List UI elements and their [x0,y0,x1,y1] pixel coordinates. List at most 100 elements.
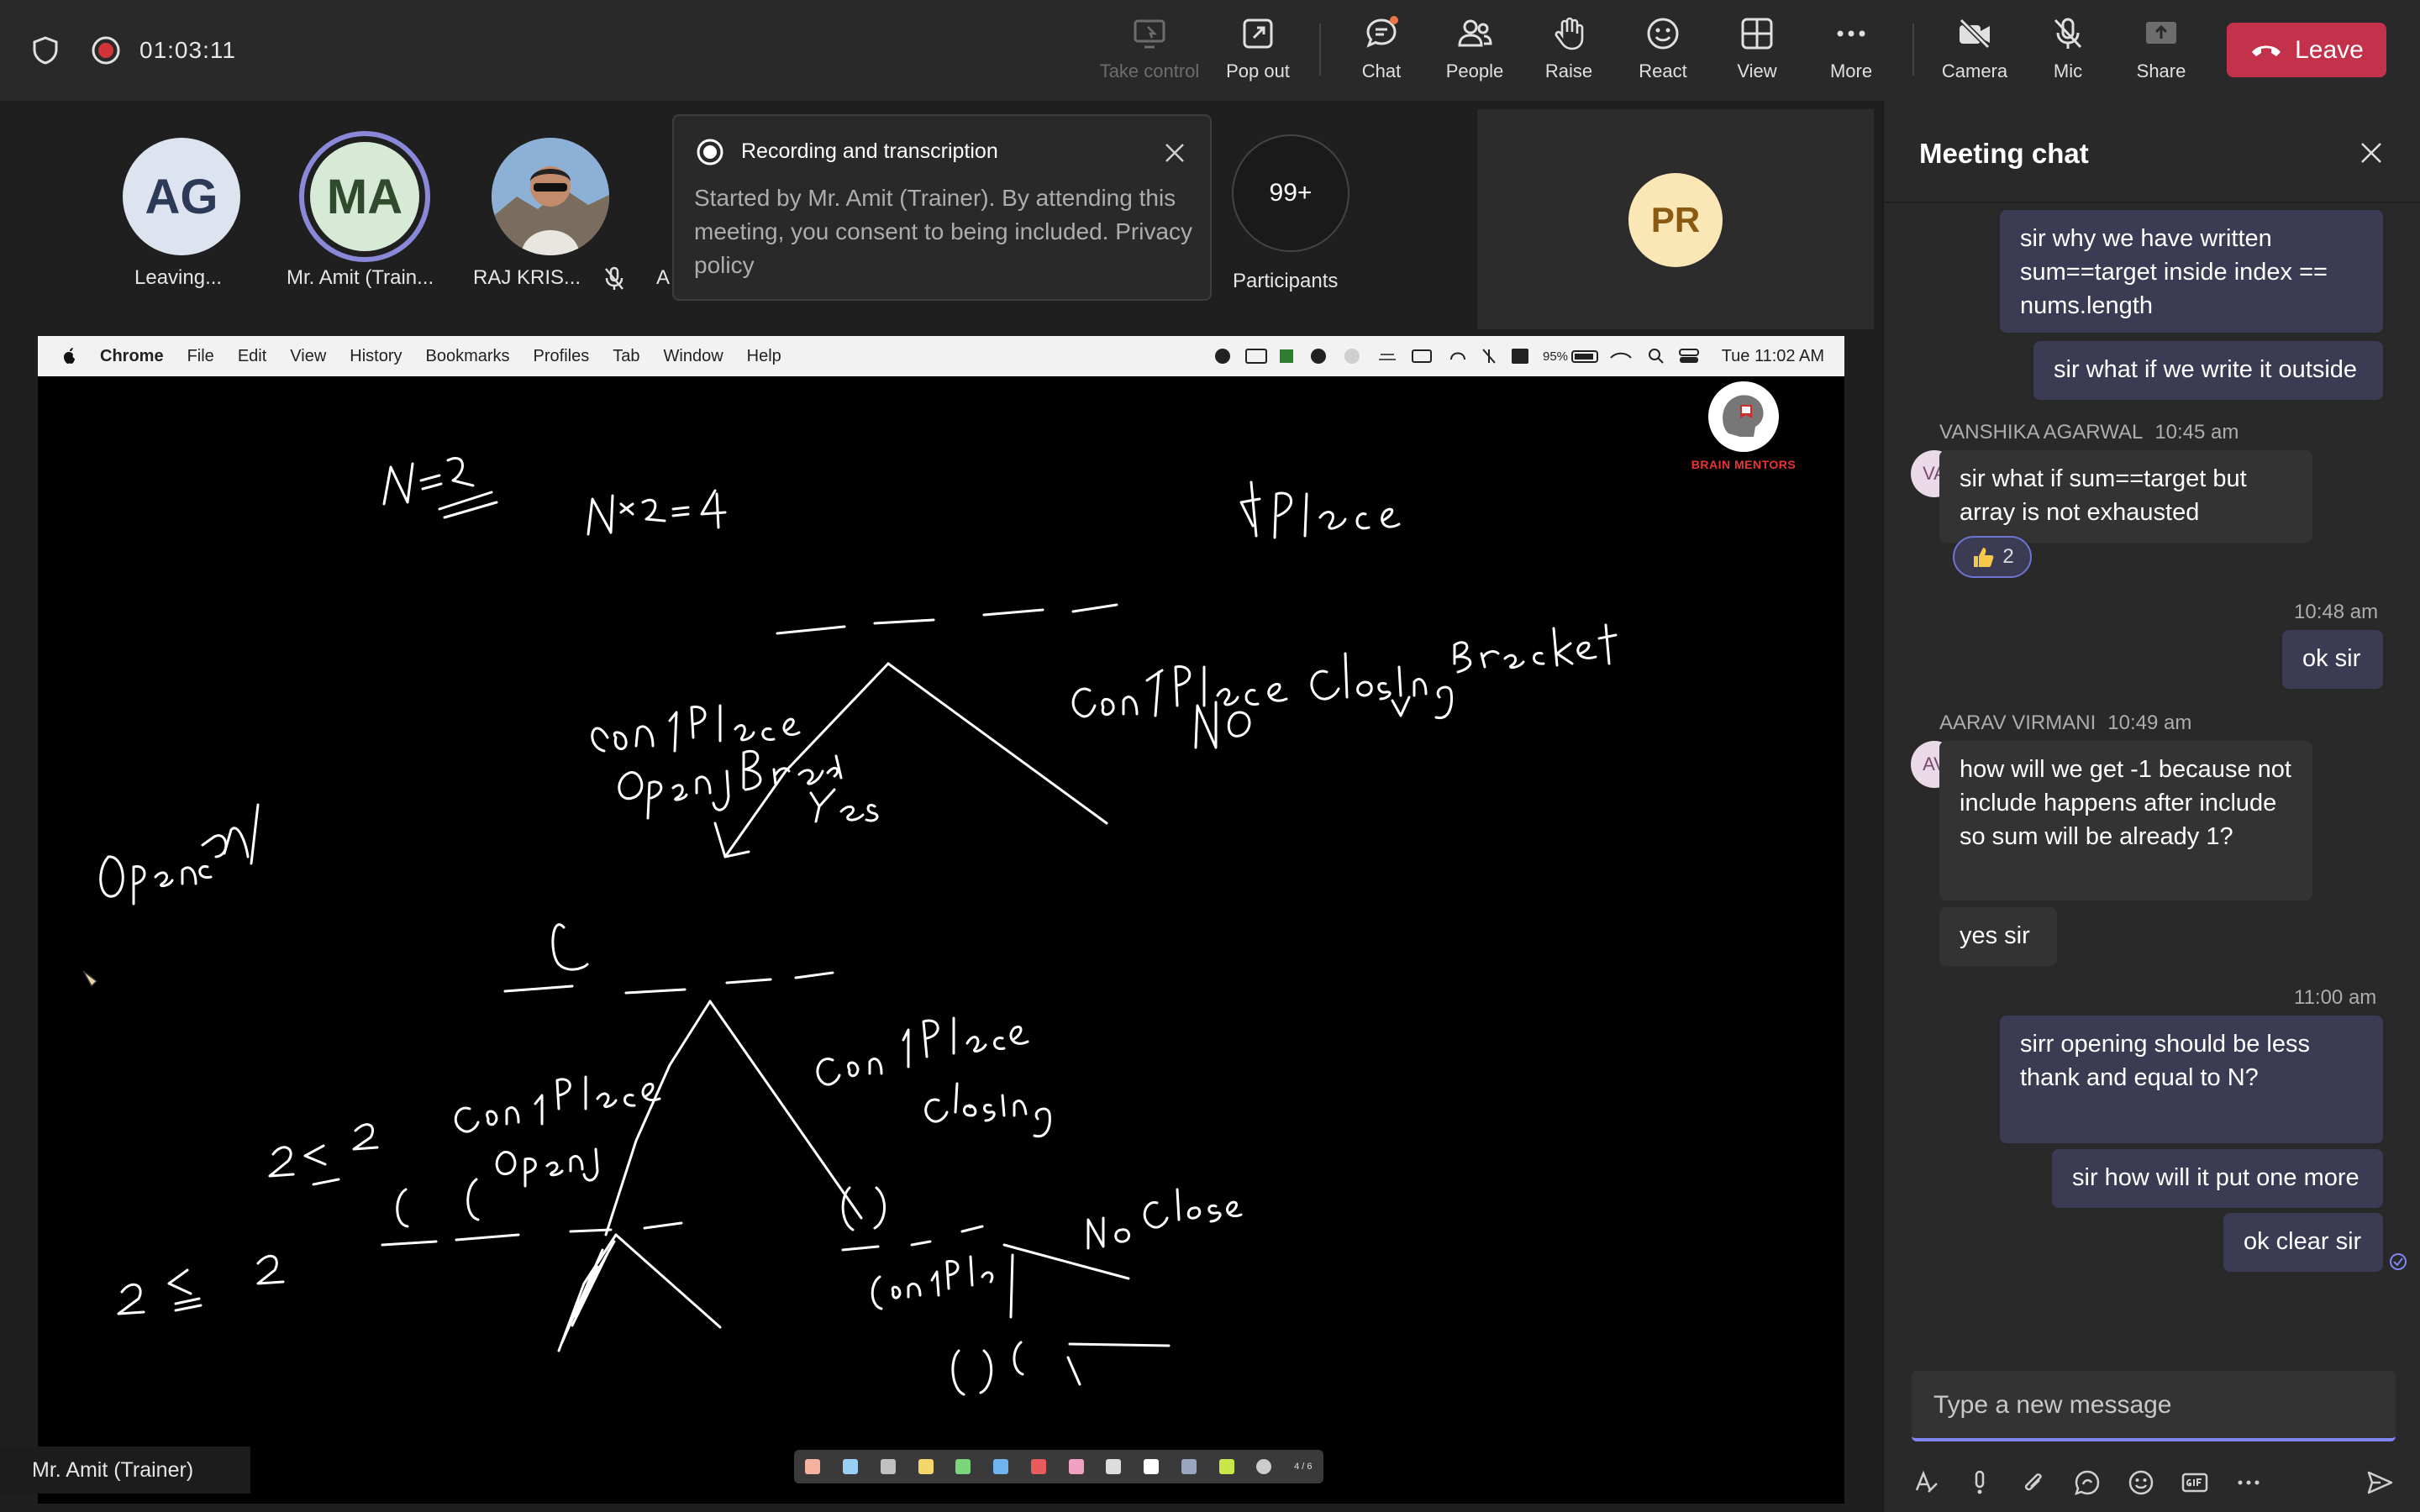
menu-bookmarks: Bookmarks [425,346,510,365]
raise-label: Raise [1544,60,1593,81]
take-control-icon [1134,19,1165,49]
message-input[interactable] [1932,1388,2372,1423]
loop-icon [2075,1470,2100,1495]
recording-notice: Recording and transcription Started by M… [672,114,1212,301]
toolbar-divider [1319,24,1321,76]
chat-message[interactable]: sir what if sum==target but array is not… [1939,450,2312,543]
status-icons: 95% [1214,349,1632,364]
chat-message[interactable]: sirr opening should be less thank and eq… [2000,1016,2383,1143]
chat-message[interactable]: sir why we have written sum==target insi… [2000,210,2383,333]
highlighter-tool-icon[interactable] [880,1459,896,1474]
menu-bar-status: 95% Tue 11:02 AM [1213,346,1824,366]
view-label: View [1737,60,1777,81]
menu-help: Help [746,346,781,365]
share-button[interactable]: Share [2115,15,2207,91]
more-label: More [1829,60,1873,81]
more-options-button[interactable] [2232,1466,2265,1499]
people-label: People [1445,60,1504,81]
page-indicator: 4 / 6 [1294,1462,1313,1472]
line-tool-icon[interactable] [1181,1459,1197,1474]
overflow-count: 99+ [1269,179,1313,207]
participants-overflow-button[interactable]: 99+ [1232,134,1349,252]
menu-file: File [187,346,214,365]
react-button[interactable]: React [1617,15,1709,91]
people-button[interactable]: People [1428,15,1521,91]
priority-button[interactable] [1963,1466,1996,1499]
reaction-count: 2 [2002,545,2014,568]
close-icon[interactable] [2360,141,2383,165]
pen-tool-icon[interactable] [843,1459,859,1474]
format-button[interactable] [1909,1466,1943,1499]
cursor-tool-icon[interactable] [1106,1459,1122,1474]
participant-name: RAJ KRIS... [473,266,581,289]
whiteboard-tool-icon[interactable] [1144,1459,1160,1474]
color-swatch-icon[interactable] [1218,1459,1234,1474]
chat-label: Chat [1361,60,1402,81]
participant-avatar-ag[interactable]: AG [123,138,240,255]
text-tool-icon[interactable] [993,1459,1009,1474]
eraser-tool-icon[interactable] [1068,1459,1084,1474]
reaction-pill[interactable]: 2 [1953,536,2032,578]
recording-indicator-icon [697,139,723,165]
emoji-button[interactable] [2124,1466,2158,1499]
search-icon [1648,349,1664,364]
chat-header: Meeting chat [1884,101,2420,203]
meeting-timer: 01:03:11 [139,37,236,63]
mic-label: Mic [2053,60,2083,81]
pop-out-button[interactable]: Pop out [1212,15,1304,91]
menu-clock: Tue 11:02 AM [1721,346,1824,365]
read-receipt-icon [2390,1253,2407,1270]
chat-icon [1366,16,1398,48]
send-icon [2367,1471,2393,1494]
send-button[interactable] [2363,1466,2396,1499]
participant-avatar-raj[interactable] [492,138,609,255]
chat-message[interactable]: ok clear sir [2223,1213,2383,1272]
camera-off-icon [1959,18,1991,50]
pop-out-icon [1243,18,1273,49]
close-icon[interactable] [1163,141,1186,165]
camera-button[interactable]: Camera [1928,15,2021,91]
battery-percent: 95% [1543,349,1568,364]
hang-up-icon [2252,45,2281,56]
message-sender: AARAV VIRMANI 10:49 am [1939,711,2191,735]
message-compose-box[interactable] [1912,1371,2396,1441]
more-button[interactable]: More [1805,15,1897,91]
raise-hand-icon [1555,17,1584,50]
shape-tool-icon[interactable] [1030,1459,1046,1474]
menu-app-name: Chrome [100,346,164,365]
share-screen-icon [2146,22,2176,44]
whiteboard-drawing [99,457,1618,1396]
chat-message[interactable]: how will we get -1 because not include h… [1939,741,2312,900]
chat-message[interactable]: yes sir [1939,907,2057,966]
gif-button[interactable] [2178,1466,2212,1499]
chat-message[interactable]: sir how will it put one more [2052,1149,2383,1208]
annotation-toolbar: 4 / 6 [794,1450,1323,1483]
attach-button[interactable] [2017,1466,2050,1499]
mic-button[interactable]: Mic [2022,15,2114,91]
shield-icon [33,36,58,65]
chat-button[interactable]: Chat [1335,15,1428,91]
brush-tool-icon[interactable] [955,1459,971,1474]
recording-description: Started by Mr. Amit (Trainer). By attend… [694,185,1193,278]
self-video-tile[interactable]: PR [1477,109,1874,329]
raise-hand-button[interactable]: Raise [1523,15,1615,91]
compose-toolbar [1909,1462,2396,1504]
pop-out-label: Pop out [1226,60,1290,81]
chat-message[interactable]: sir what if we write it outside [2033,341,2383,400]
people-icon [1458,19,1492,47]
pointer-tool-icon[interactable] [805,1459,821,1474]
participant-avatar-ma[interactable]: MA [299,131,430,262]
participant-name: Mr. Amit (Train... [287,266,434,289]
take-control-button[interactable]: Take control [1100,15,1199,91]
menu-window: Window [663,346,723,365]
marker-tool-icon[interactable] [918,1459,934,1474]
settings-gear-icon[interactable] [1256,1459,1272,1474]
chat-message[interactable]: ok sir [2282,630,2383,689]
smiley-icon [1647,18,1679,50]
share-label: Share [2136,60,2186,81]
loop-button[interactable] [2070,1466,2104,1499]
camera-label: Camera [1941,60,2008,81]
leave-button[interactable]: Leave [2227,23,2386,77]
avatar-initials: MA [310,142,419,251]
view-button[interactable]: View [1711,15,1803,91]
